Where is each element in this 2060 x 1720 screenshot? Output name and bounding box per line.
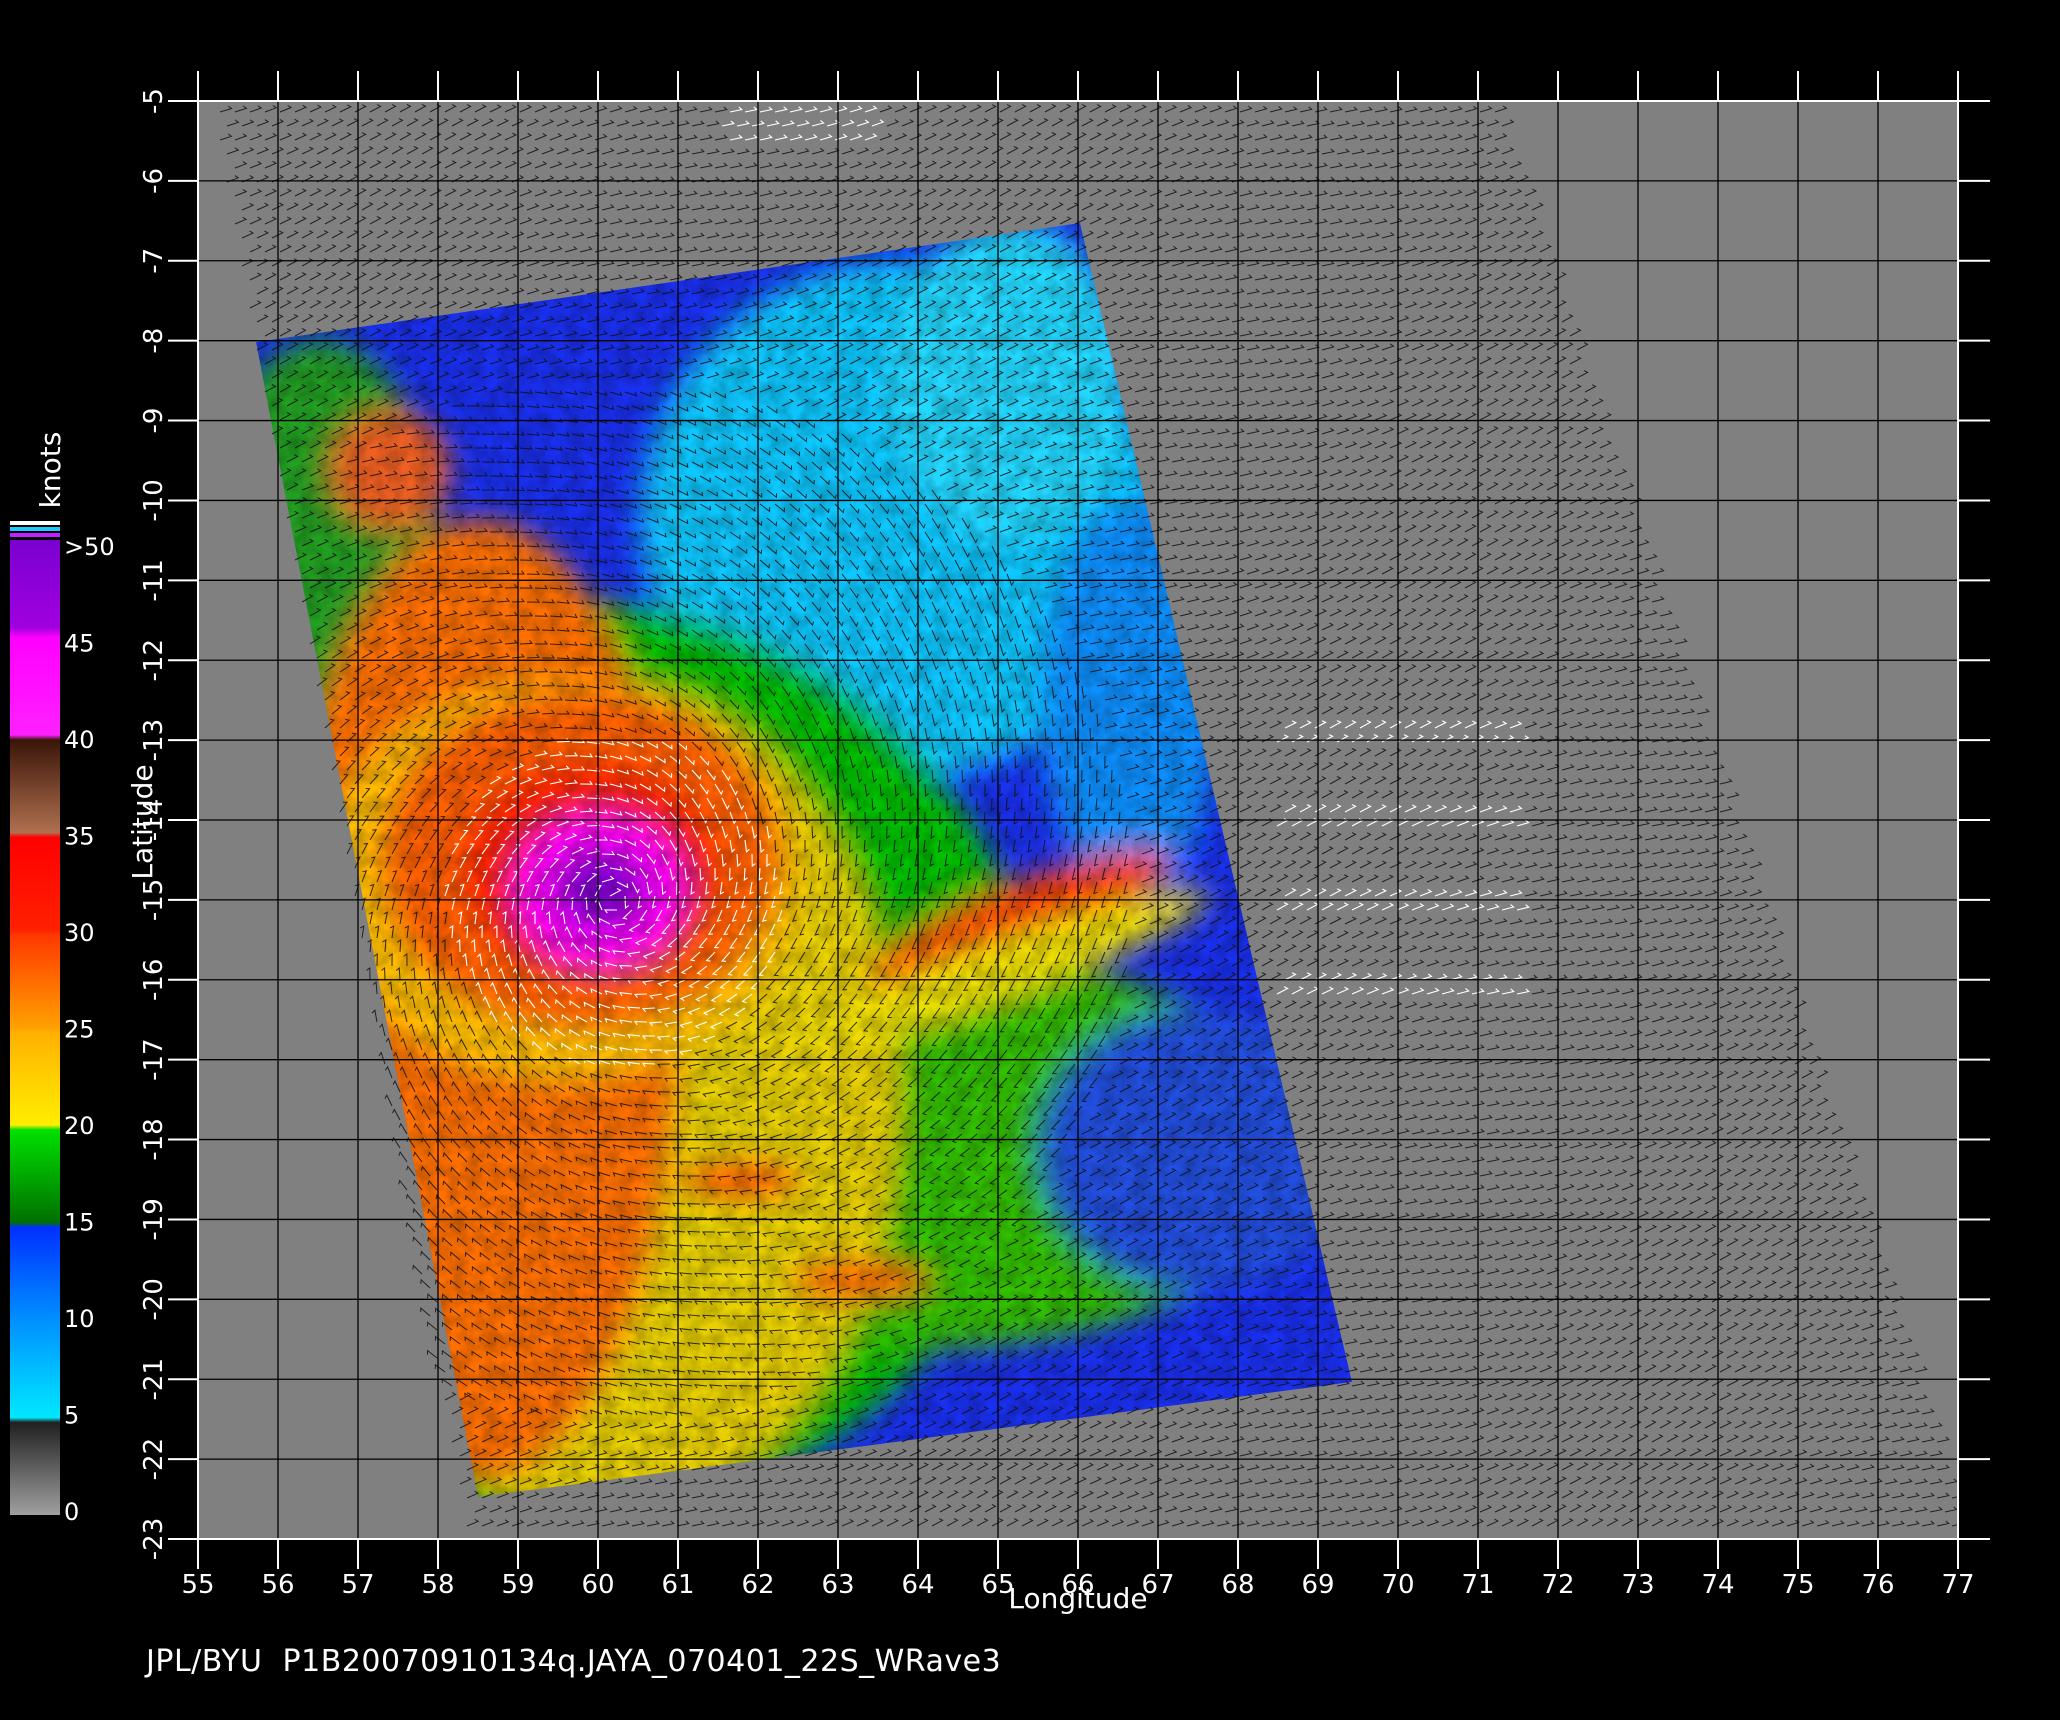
colorbar-label: >50 <box>64 533 115 561</box>
colorbar-label: 25 <box>64 1016 95 1044</box>
source-caption: JPL/BYU P1B20070910134q.JAYA_070401_22S_… <box>146 1644 1002 1679</box>
x-tick-label: 73 <box>1621 1570 1654 1600</box>
colorbar-labels: >50 45 40 35 30 25 20 15 10 5 0 <box>64 533 115 1526</box>
y-axis-label: Latitude <box>126 764 159 879</box>
colorbar-label: 35 <box>64 823 95 851</box>
colorbar-label: 45 <box>64 630 95 658</box>
y-tick-label: -15 <box>139 879 169 921</box>
colorbar-label: 20 <box>64 1112 95 1140</box>
x-tick-label: 64 <box>901 1570 934 1600</box>
colorbar-unit: knots <box>34 432 67 509</box>
colorbar-label: 5 <box>64 1402 79 1430</box>
y-tick-label: -7 <box>139 248 169 274</box>
x-tick-label: 56 <box>261 1570 294 1600</box>
x-tick-label: 74 <box>1701 1570 1734 1600</box>
x-axis-label: Longitude <box>1008 1582 1147 1615</box>
x-tick-label: 72 <box>1541 1570 1574 1600</box>
y-tick-label: -19 <box>139 1198 169 1240</box>
y-tick-label: -5 <box>139 88 169 114</box>
x-tick-label: 76 <box>1861 1570 1894 1600</box>
x-tick-label: 77 <box>1941 1570 1974 1600</box>
x-tick-label: 58 <box>421 1570 454 1600</box>
x-tick-label: 71 <box>1461 1570 1494 1600</box>
x-tick-label: 59 <box>501 1570 534 1600</box>
y-tick-label: -8 <box>139 328 169 354</box>
colorbar-label: 30 <box>64 919 95 947</box>
x-tick-label: 69 <box>1301 1570 1334 1600</box>
x-tick-label: 62 <box>741 1570 774 1600</box>
x-tick-label: 61 <box>661 1570 694 1600</box>
y-tick-label: -20 <box>139 1278 169 1320</box>
colorbar-top-line-purple <box>10 533 60 537</box>
y-tick-label: -18 <box>139 1118 169 1160</box>
x-tick-label: 60 <box>581 1570 614 1600</box>
y-tick-label: -12 <box>139 639 169 681</box>
y-tick-label: -23 <box>139 1518 169 1560</box>
wind-map-figure: 55 56 57 58 59 60 61 62 63 64 65 66 67 68 69 70 71 72 73 74… <box>10 71 1990 1615</box>
colorbar-top-line-cyan <box>10 527 60 531</box>
y-tick-label: -13 <box>139 719 169 761</box>
y-tick-label: -21 <box>139 1358 169 1400</box>
y-tick-label: -22 <box>139 1438 169 1480</box>
x-tick-label: 63 <box>821 1570 854 1600</box>
y-tick-label: -10 <box>139 479 169 521</box>
x-tick-label: 68 <box>1221 1570 1254 1600</box>
x-tick-label: 55 <box>181 1570 214 1600</box>
colorbar-label: 10 <box>64 1305 95 1333</box>
colorbar-label: 40 <box>64 726 95 754</box>
y-tick-label: -11 <box>139 559 169 601</box>
x-tick-label: 57 <box>341 1570 374 1600</box>
x-tick-label: 75 <box>1781 1570 1814 1600</box>
colorbar-label: 0 <box>64 1498 79 1526</box>
y-tick-label: -17 <box>139 1038 169 1080</box>
y-tick-label: -6 <box>139 168 169 194</box>
x-tick-label: 70 <box>1381 1570 1414 1600</box>
colorbar-swatch <box>10 540 60 1515</box>
colorbar-top-line-white <box>10 521 60 525</box>
colorbar: knots >50 45 40 35 30 25 20 15 10 5 0 <box>10 432 115 1526</box>
colorbar-label: 15 <box>64 1209 95 1237</box>
y-tick-label: -16 <box>139 959 169 1001</box>
y-tick-label: -9 <box>139 408 169 434</box>
